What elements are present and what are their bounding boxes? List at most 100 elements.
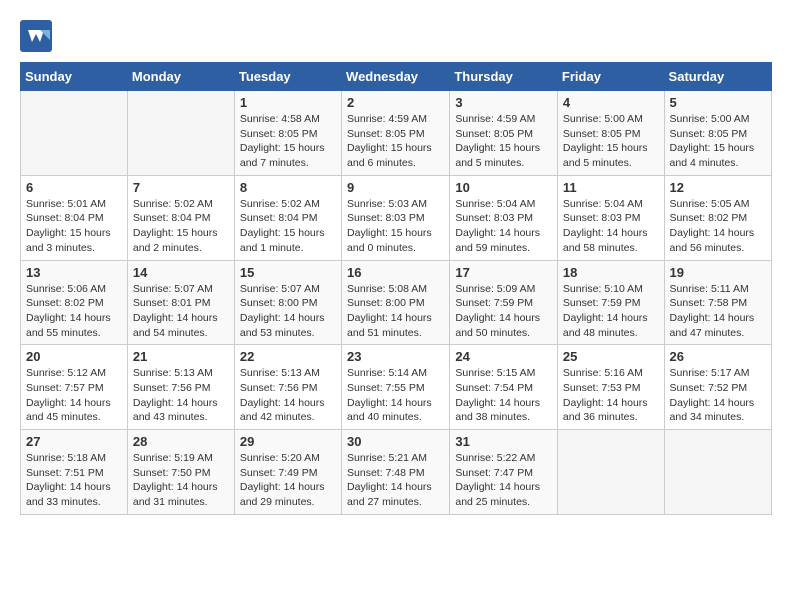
day-number: 3 [455,95,552,110]
calendar-cell: 9 Sunrise: 5:03 AM Sunset: 8:03 PM Daylig… [342,175,450,260]
day-number: 18 [563,265,659,280]
weekday-header-sunday: Sunday [21,63,128,91]
day-info: Sunrise: 5:08 AM Sunset: 8:00 PM Dayligh… [347,282,444,341]
calendar-cell: 3 Sunrise: 4:59 AM Sunset: 8:05 PM Daylig… [450,91,558,176]
day-number: 15 [240,265,336,280]
day-info: Sunrise: 5:19 AM Sunset: 7:50 PM Dayligh… [133,451,229,510]
calendar-cell: 11 Sunrise: 5:04 AM Sunset: 8:03 PM Dayli… [557,175,664,260]
day-info: Sunrise: 5:11 AM Sunset: 7:58 PM Dayligh… [670,282,766,341]
day-number: 14 [133,265,229,280]
day-number: 2 [347,95,444,110]
day-info: Sunrise: 5:17 AM Sunset: 7:52 PM Dayligh… [670,366,766,425]
day-info: Sunrise: 5:06 AM Sunset: 8:02 PM Dayligh… [26,282,122,341]
day-number: 20 [26,349,122,364]
weekday-header-monday: Monday [127,63,234,91]
logo-icon [20,20,52,52]
weekday-header-thursday: Thursday [450,63,558,91]
calendar-cell: 23 Sunrise: 5:14 AM Sunset: 7:55 PM Dayli… [342,345,450,430]
calendar-cell: 24 Sunrise: 5:15 AM Sunset: 7:54 PM Dayli… [450,345,558,430]
day-number: 6 [26,180,122,195]
calendar-cell: 20 Sunrise: 5:12 AM Sunset: 7:57 PM Dayli… [21,345,128,430]
calendar-cell: 4 Sunrise: 5:00 AM Sunset: 8:05 PM Daylig… [557,91,664,176]
weekday-row: SundayMondayTuesdayWednesdayThursdayFrid… [21,63,772,91]
calendar-week-5: 27 Sunrise: 5:18 AM Sunset: 7:51 PM Dayli… [21,430,772,515]
day-info: Sunrise: 4:59 AM Sunset: 8:05 PM Dayligh… [455,112,552,171]
calendar-cell: 25Sunrise: 5:16 AM Sunset: 7:53 PM Dayli… [557,345,664,430]
day-info: Sunrise: 5:03 AM Sunset: 8:03 PM Dayligh… [347,197,444,256]
day-number: 4 [563,95,659,110]
day-number: 24 [455,349,552,364]
day-info: Sunrise: 5:04 AM Sunset: 8:03 PM Dayligh… [455,197,552,256]
calendar-cell: 14 Sunrise: 5:07 AM Sunset: 8:01 PM Dayli… [127,260,234,345]
day-number: 12 [670,180,766,195]
page-header [20,20,772,52]
day-number: 30 [347,434,444,449]
calendar-cell: 1Sunrise: 4:58 AM Sunset: 8:05 PM Daylig… [234,91,341,176]
weekday-header-saturday: Saturday [664,63,771,91]
day-info: Sunrise: 4:59 AM Sunset: 8:05 PM Dayligh… [347,112,444,171]
calendar-cell: 5 Sunrise: 5:00 AM Sunset: 8:05 PM Daylig… [664,91,771,176]
day-number: 27 [26,434,122,449]
weekday-header-wednesday: Wednesday [342,63,450,91]
day-number: 21 [133,349,229,364]
day-info: Sunrise: 5:10 AM Sunset: 7:59 PM Dayligh… [563,282,659,341]
day-info: Sunrise: 5:13 AM Sunset: 7:56 PM Dayligh… [240,366,336,425]
calendar-cell [557,430,664,515]
day-info: Sunrise: 5:20 AM Sunset: 7:49 PM Dayligh… [240,451,336,510]
calendar-cell: 27 Sunrise: 5:18 AM Sunset: 7:51 PM Dayli… [21,430,128,515]
day-number: 22 [240,349,336,364]
day-info: Sunrise: 5:21 AM Sunset: 7:48 PM Dayligh… [347,451,444,510]
calendar-cell: 26 Sunrise: 5:17 AM Sunset: 7:52 PM Dayli… [664,345,771,430]
calendar-body: 1Sunrise: 4:58 AM Sunset: 8:05 PM Daylig… [21,91,772,515]
calendar-cell: 2 Sunrise: 4:59 AM Sunset: 8:05 PM Daylig… [342,91,450,176]
calendar-cell [127,91,234,176]
day-info: Sunrise: 5:00 AM Sunset: 8:05 PM Dayligh… [670,112,766,171]
logo [20,20,56,52]
calendar-table: SundayMondayTuesdayWednesdayThursdayFrid… [20,62,772,515]
day-info: Sunrise: 5:07 AM Sunset: 8:01 PM Dayligh… [133,282,229,341]
calendar-cell: 19Sunrise: 5:11 AM Sunset: 7:58 PM Dayli… [664,260,771,345]
day-info: Sunrise: 5:14 AM Sunset: 7:55 PM Dayligh… [347,366,444,425]
calendar-cell: 8Sunrise: 5:02 AM Sunset: 8:04 PM Daylig… [234,175,341,260]
day-number: 1 [240,95,336,110]
day-number: 23 [347,349,444,364]
calendar-cell [21,91,128,176]
day-info: Sunrise: 5:15 AM Sunset: 7:54 PM Dayligh… [455,366,552,425]
calendar-week-1: 1Sunrise: 4:58 AM Sunset: 8:05 PM Daylig… [21,91,772,176]
calendar-header: SundayMondayTuesdayWednesdayThursdayFrid… [21,63,772,91]
calendar-cell: 16Sunrise: 5:08 AM Sunset: 8:00 PM Dayli… [342,260,450,345]
calendar-cell: 15 Sunrise: 5:07 AM Sunset: 8:00 PM Dayli… [234,260,341,345]
day-number: 28 [133,434,229,449]
calendar-cell: 6Sunrise: 5:01 AM Sunset: 8:04 PM Daylig… [21,175,128,260]
day-info: Sunrise: 5:12 AM Sunset: 7:57 PM Dayligh… [26,366,122,425]
day-number: 11 [563,180,659,195]
day-info: Sunrise: 5:00 AM Sunset: 8:05 PM Dayligh… [563,112,659,171]
day-info: Sunrise: 5:18 AM Sunset: 7:51 PM Dayligh… [26,451,122,510]
calendar-cell: 18 Sunrise: 5:10 AM Sunset: 7:59 PM Dayli… [557,260,664,345]
day-number: 9 [347,180,444,195]
day-number: 26 [670,349,766,364]
calendar-week-3: 13 Sunrise: 5:06 AM Sunset: 8:02 PM Dayli… [21,260,772,345]
calendar-cell: 30 Sunrise: 5:21 AM Sunset: 7:48 PM Dayli… [342,430,450,515]
calendar-cell [664,430,771,515]
day-info: Sunrise: 5:22 AM Sunset: 7:47 PM Dayligh… [455,451,552,510]
day-number: 13 [26,265,122,280]
day-info: Sunrise: 5:13 AM Sunset: 7:56 PM Dayligh… [133,366,229,425]
day-info: Sunrise: 5:09 AM Sunset: 7:59 PM Dayligh… [455,282,552,341]
calendar-week-2: 6Sunrise: 5:01 AM Sunset: 8:04 PM Daylig… [21,175,772,260]
calendar-cell: 17 Sunrise: 5:09 AM Sunset: 7:59 PM Dayli… [450,260,558,345]
calendar-cell: 22 Sunrise: 5:13 AM Sunset: 7:56 PM Dayli… [234,345,341,430]
calendar-cell: 13 Sunrise: 5:06 AM Sunset: 8:02 PM Dayli… [21,260,128,345]
calendar-cell: 21 Sunrise: 5:13 AM Sunset: 7:56 PM Dayli… [127,345,234,430]
day-number: 7 [133,180,229,195]
day-info: Sunrise: 5:07 AM Sunset: 8:00 PM Dayligh… [240,282,336,341]
day-info: Sunrise: 5:04 AM Sunset: 8:03 PM Dayligh… [563,197,659,256]
day-number: 25 [563,349,659,364]
calendar-cell: 12Sunrise: 5:05 AM Sunset: 8:02 PM Dayli… [664,175,771,260]
calendar-cell: 28 Sunrise: 5:19 AM Sunset: 7:50 PM Dayli… [127,430,234,515]
weekday-header-tuesday: Tuesday [234,63,341,91]
day-info: Sunrise: 5:02 AM Sunset: 8:04 PM Dayligh… [133,197,229,256]
day-number: 5 [670,95,766,110]
day-number: 17 [455,265,552,280]
calendar-cell: 7 Sunrise: 5:02 AM Sunset: 8:04 PM Daylig… [127,175,234,260]
